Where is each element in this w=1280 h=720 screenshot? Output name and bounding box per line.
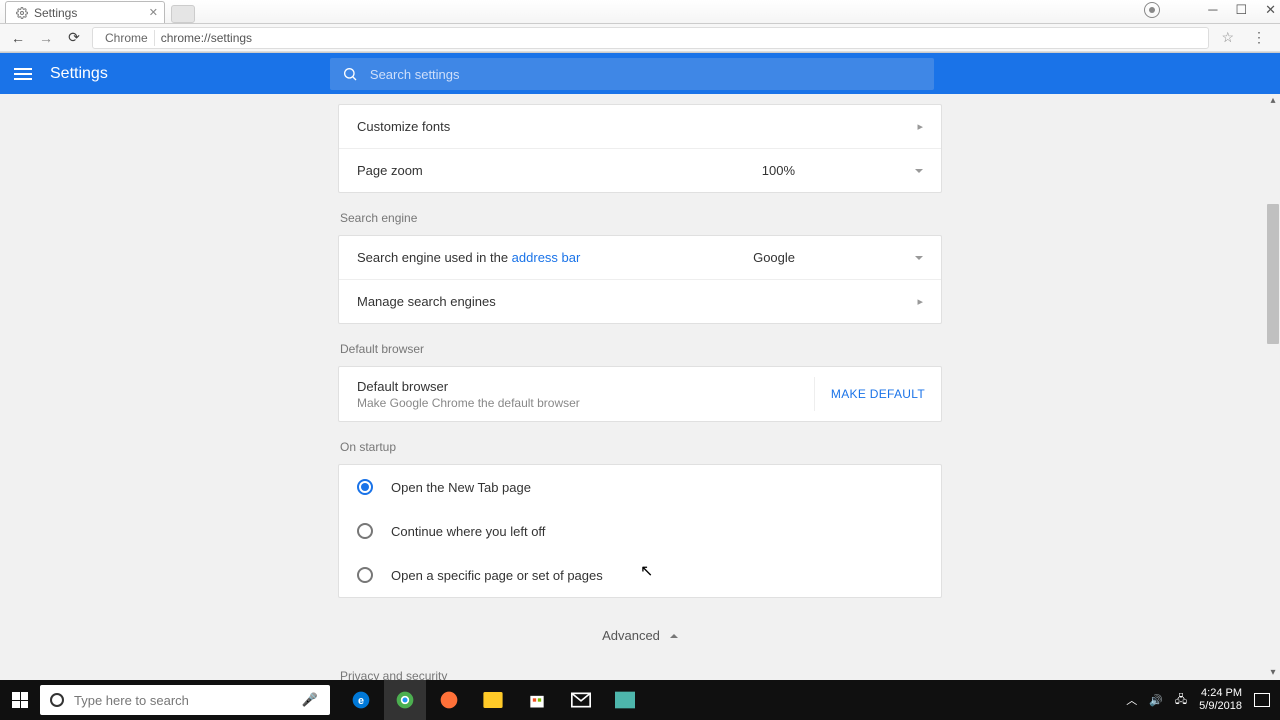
chevron-down-icon (915, 169, 923, 173)
taskbar-store-icon[interactable] (516, 680, 558, 720)
address-bar[interactable]: Chrome chrome://settings (92, 27, 1209, 49)
page-zoom-row: Page zoom 100% (339, 148, 941, 192)
tray-chevron-icon[interactable]: ︿ (1126, 692, 1137, 708)
startup-option-specific-page[interactable]: Open a specific page or set of pages (339, 553, 941, 597)
chevron-up-icon (670, 634, 678, 638)
section-privacy-security: Privacy and security (340, 669, 942, 680)
customize-fonts-label: Customize fonts (357, 119, 450, 134)
default-browser-title: Default browser (357, 379, 580, 394)
page-zoom-dropdown[interactable]: 100% (762, 163, 923, 178)
tray-network-icon[interactable]: 🖧 (1175, 691, 1187, 710)
settings-header: Settings Search settings (0, 53, 1280, 95)
address-bar-link[interactable]: address bar (512, 250, 581, 265)
url-prefix: Chrome (99, 30, 155, 46)
back-button[interactable]: ← (8, 30, 28, 46)
taskbar-edge-icon[interactable]: e (340, 680, 382, 720)
startup-option-new-tab[interactable]: Open the New Tab page (339, 465, 941, 509)
reload-button[interactable]: ⟳ (64, 29, 84, 46)
chevron-right-icon: ▸ (917, 295, 923, 308)
section-default-browser: Default browser (340, 342, 942, 356)
scrollbar-thumb[interactable] (1267, 204, 1279, 344)
taskbar-mail-icon[interactable] (560, 680, 602, 720)
advanced-label: Advanced (602, 628, 660, 643)
scrollbar-track[interactable]: ▴ ▾ (1266, 94, 1280, 680)
search-engine-text: Search engine used in the address bar (357, 250, 580, 265)
customize-fonts-row[interactable]: Customize fonts ▸ (339, 105, 941, 148)
page-title: Settings (50, 65, 108, 83)
startup-option-label: Open a specific page or set of pages (391, 568, 603, 583)
microphone-icon[interactable]: 🎤 (300, 692, 320, 708)
cortana-icon (50, 693, 64, 707)
search-engine-dropdown[interactable]: Google (753, 250, 923, 265)
page-zoom-label: Page zoom (357, 163, 423, 178)
start-button[interactable] (0, 680, 40, 720)
taskbar-app-icon[interactable] (604, 680, 646, 720)
browser-tab-settings[interactable]: Settings ✕ (5, 1, 165, 23)
chevron-down-icon (915, 256, 923, 260)
search-icon (342, 66, 358, 82)
radio-unselected-icon (357, 567, 373, 583)
windows-logo-icon (12, 692, 28, 708)
profile-icon[interactable] (1144, 2, 1160, 18)
taskbar-search-input[interactable]: Type here to search 🎤 (40, 685, 330, 715)
section-search-engine: Search engine (340, 211, 942, 225)
close-tab-icon[interactable]: ✕ (149, 6, 158, 19)
advanced-toggle[interactable]: Advanced (338, 628, 942, 643)
system-tray: ︿ 🔊 🖧 4:24 PM 5/9/2018 (1126, 687, 1280, 713)
on-startup-card: Open the New Tab page Continue where you… (338, 464, 942, 598)
taskbar-firefox-icon[interactable] (428, 680, 470, 720)
default-browser-card: Default browser Make Google Chrome the d… (338, 366, 942, 422)
taskbar-search-placeholder: Type here to search (74, 693, 189, 708)
taskbar-chrome-icon[interactable] (384, 680, 426, 720)
startup-option-label: Open the New Tab page (391, 480, 531, 495)
radio-unselected-icon (357, 523, 373, 539)
forward-button[interactable]: → (36, 30, 56, 46)
chevron-right-icon: ▸ (917, 120, 923, 133)
search-placeholder: Search settings (370, 67, 460, 82)
default-browser-subtitle: Make Google Chrome the default browser (357, 396, 580, 410)
tray-volume-icon[interactable]: 🔊 (1149, 694, 1163, 707)
manage-search-engines-row[interactable]: Manage search engines ▸ (339, 279, 941, 323)
radio-selected-icon (357, 479, 373, 495)
search-engine-card: Search engine used in the address bar Go… (338, 235, 942, 324)
tray-clock[interactable]: 4:24 PM 5/9/2018 (1199, 687, 1242, 713)
notifications-icon[interactable] (1254, 693, 1270, 707)
new-tab-button[interactable] (171, 5, 195, 23)
section-on-startup: On startup (340, 440, 942, 454)
tab-title: Settings (34, 6, 77, 20)
startup-option-label: Continue where you left off (391, 524, 545, 539)
hamburger-menu-icon[interactable] (14, 68, 32, 80)
svg-text:e: e (358, 695, 364, 707)
startup-option-continue[interactable]: Continue where you left off (339, 509, 941, 553)
taskbar-explorer-icon[interactable] (472, 680, 514, 720)
gear-icon (16, 7, 28, 19)
url-path: chrome://settings (161, 31, 252, 45)
search-settings-input[interactable]: Search settings (330, 58, 934, 90)
scroll-down-icon[interactable]: ▾ (1266, 666, 1280, 680)
tab-strip: Settings ✕ ─ ☐ ✕ (0, 0, 1280, 24)
page-zoom-value: 100% (762, 163, 795, 178)
manage-search-engines-label: Manage search engines (357, 294, 496, 309)
scroll-up-icon[interactable]: ▴ (1266, 94, 1280, 108)
windows-taskbar: Type here to search 🎤 e ︿ 🔊 🖧 4:24 PM 5/… (0, 680, 1280, 720)
close-window-button[interactable]: ✕ (1265, 2, 1276, 18)
minimize-button[interactable]: ─ (1208, 2, 1217, 18)
make-default-button[interactable]: MAKE DEFAULT (814, 377, 941, 411)
browser-menu-icon[interactable]: ⋮ (1246, 29, 1272, 46)
bookmark-star-icon[interactable]: ☆ (1217, 29, 1238, 46)
search-engine-row: Search engine used in the address bar Go… (339, 236, 941, 279)
search-engine-value: Google (753, 250, 795, 265)
maximize-button[interactable]: ☐ (1235, 2, 1247, 18)
appearance-card: Customize fonts ▸ Page zoom 100% (338, 104, 942, 193)
settings-content: Customize fonts ▸ Page zoom 100% Search … (0, 94, 1280, 680)
nav-bar: ← → ⟳ Chrome chrome://settings ☆ ⋮ (0, 24, 1280, 52)
